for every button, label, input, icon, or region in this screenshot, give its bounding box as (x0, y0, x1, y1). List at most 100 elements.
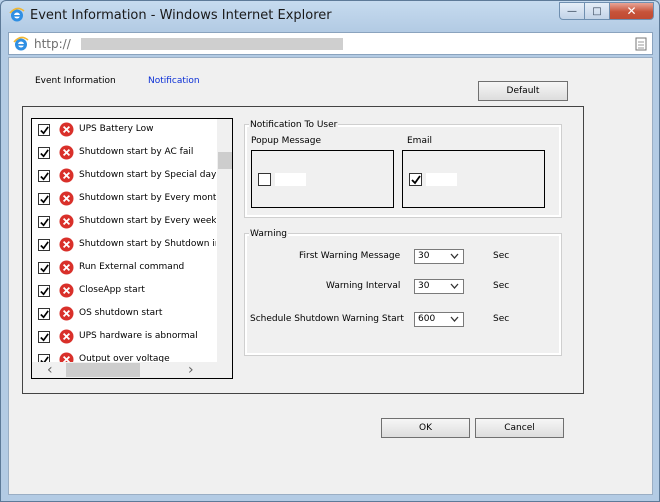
tab-notification[interactable]: Notification (148, 76, 200, 86)
first-warning-label: First Warning Message (299, 251, 401, 261)
ok-button[interactable]: OK (381, 418, 470, 438)
checkmark-icon (40, 149, 49, 158)
event-label: Shutdown start by Every week sc (79, 216, 216, 226)
error-icon (59, 145, 74, 160)
event-label: Shutdown start by AC fail (79, 147, 194, 157)
close-button[interactable]: ✕ (610, 2, 654, 20)
error-icon (59, 283, 74, 298)
list-item[interactable]: Shutdown start by Every week sc (32, 211, 216, 234)
chevron-down-icon (450, 316, 459, 322)
event-checkbox[interactable] (38, 285, 50, 297)
warning-legend: Warning (249, 229, 289, 239)
event-checkbox[interactable] (38, 308, 50, 320)
first-warning-select[interactable]: 30 (414, 249, 464, 264)
event-checkbox[interactable] (38, 331, 50, 343)
checkmark-icon (40, 264, 49, 273)
popup-message-label: Popup Message (251, 136, 322, 146)
ie-icon (9, 7, 25, 22)
checkmark-icon (411, 175, 421, 185)
event-checkbox[interactable] (38, 124, 50, 136)
event-checkbox[interactable] (38, 193, 50, 205)
list-item[interactable]: Shutdown start by Every month s (32, 188, 216, 211)
horizontal-scrollbar[interactable]: ‹ › (32, 362, 232, 378)
warning-interval-unit: Sec (493, 281, 510, 291)
cancel-button[interactable]: Cancel (475, 418, 564, 438)
schedule-warning-label: Schedule Shutdown Warning Start (250, 314, 404, 324)
error-icon (59, 122, 74, 137)
maximize-button[interactable]: □ (585, 2, 610, 20)
chevron-down-icon (450, 283, 459, 289)
error-icon (59, 168, 74, 183)
list-item[interactable]: OS shutdown start (32, 303, 216, 326)
ie-icon (13, 36, 29, 51)
error-icon (59, 306, 74, 321)
list-item[interactable]: Shutdown start by Special day sc (32, 165, 216, 188)
chevron-down-icon (450, 253, 459, 259)
email-box (402, 150, 545, 208)
page-content: Event Information Notification Default U… (8, 57, 653, 495)
page-icon (635, 37, 647, 51)
minimize-button[interactable]: — (559, 2, 585, 20)
email-label: Email (407, 136, 432, 146)
list-item[interactable]: Shutdown start by AC fail (32, 142, 216, 165)
warning-interval-select[interactable]: 30 (414, 279, 464, 294)
list-item[interactable]: UPS hardware is abnormal (32, 326, 216, 349)
schedule-warning-select[interactable]: 600 (414, 312, 464, 327)
event-checkbox[interactable] (38, 262, 50, 274)
error-icon (59, 329, 74, 344)
popup-message-box (251, 150, 394, 208)
address-text: http:// (34, 37, 71, 51)
vertical-scrollbar[interactable] (217, 119, 232, 362)
list-item[interactable]: Run External command (32, 257, 216, 280)
warning-interval-label: Warning Interval (326, 281, 401, 291)
event-checkbox[interactable] (38, 147, 50, 159)
event-label: UPS Battery Low (79, 124, 154, 134)
error-icon (59, 214, 74, 229)
error-icon (59, 260, 74, 275)
checkmark-icon (40, 333, 49, 342)
warning-group (244, 233, 562, 356)
popup-message-checkbox[interactable] (258, 173, 271, 186)
window-controls: — □ ✕ (559, 2, 654, 20)
first-warning-unit: Sec (493, 251, 510, 261)
schedule-warning-unit: Sec (493, 314, 510, 324)
window-title: Event Information - Windows Internet Exp… (30, 8, 332, 23)
event-list[interactable]: UPS Battery Low Shutdown start by AC fail… (31, 118, 233, 379)
redacted-url (81, 38, 343, 50)
event-checkbox[interactable] (38, 170, 50, 182)
tab-event-information[interactable]: Event Information (35, 76, 116, 86)
error-icon (59, 237, 74, 252)
checkmark-icon (40, 218, 49, 227)
event-label: Run External command (79, 262, 185, 272)
vertical-scroll-thumb[interactable] (218, 152, 232, 169)
address-bar[interactable]: http:// (8, 32, 653, 55)
checkmark-icon (40, 172, 49, 181)
title-bar[interactable]: Event Information - Windows Internet Exp… (1, 1, 659, 31)
event-label: OS shutdown start (79, 308, 163, 318)
error-icon (59, 191, 74, 206)
checkmark-icon (40, 126, 49, 135)
default-button[interactable]: Default (478, 81, 568, 101)
email-field (426, 173, 457, 186)
chevron-left-icon[interactable]: ‹ (47, 363, 53, 377)
event-label: Shutdown start by Special day sc (79, 170, 216, 180)
event-label: CloseApp start (79, 285, 145, 295)
notification-to-user-legend: Notification To User (249, 120, 339, 130)
list-item[interactable]: UPS Battery Low (32, 119, 216, 142)
list-item[interactable]: Shutdown start by Shutdown imm (32, 234, 216, 257)
event-label: UPS hardware is abnormal (79, 331, 198, 341)
event-checkbox[interactable] (38, 216, 50, 228)
event-label: Shutdown start by Shutdown imm (79, 239, 216, 249)
checkmark-icon (40, 195, 49, 204)
checkmark-icon (40, 287, 49, 296)
checkmark-icon (40, 241, 49, 250)
event-label: Shutdown start by Every month s (79, 193, 216, 203)
popup-message-field (275, 173, 306, 186)
email-checkbox[interactable] (409, 173, 422, 186)
browser-window: Event Information - Windows Internet Exp… (0, 0, 660, 502)
list-item[interactable]: CloseApp start (32, 280, 216, 303)
event-checkbox[interactable] (38, 239, 50, 251)
horizontal-scroll-thumb[interactable] (66, 363, 140, 377)
checkmark-icon (40, 310, 49, 319)
chevron-right-icon[interactable]: › (188, 363, 194, 377)
